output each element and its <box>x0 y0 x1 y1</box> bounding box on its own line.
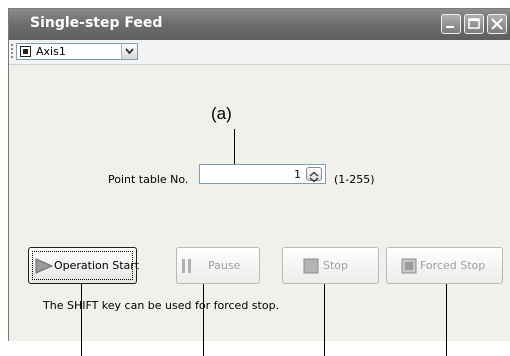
pause-label: Pause <box>208 259 241 272</box>
stop-icon <box>303 258 319 274</box>
forced-stop-icon <box>401 258 417 274</box>
stop-label: Stop <box>323 259 349 272</box>
maximize-button[interactable] <box>464 14 484 34</box>
annotation-leader-line <box>234 129 235 164</box>
stop-button[interactable]: Stop <box>282 247 379 284</box>
forced-stop-label: Forced Stop <box>420 259 486 272</box>
toolbar: Axis1 <box>9 40 510 65</box>
button-leader-line <box>446 284 447 356</box>
annotation-caption: (a) <box>211 104 232 123</box>
axis-select[interactable]: Axis1 <box>16 43 138 60</box>
play-icon <box>35 258 53 274</box>
pause-icon <box>182 259 191 273</box>
maximize-icon <box>468 18 480 29</box>
close-icon <box>491 18 503 30</box>
operation-start-label: Operation Start <box>54 259 140 272</box>
toolbar-grip[interactable] <box>11 44 13 60</box>
point-table-label: Point table No. <box>108 173 189 186</box>
point-table-range: (1-255) <box>334 173 375 186</box>
status-message: The SHIFT key can be used for forced sto… <box>43 299 280 312</box>
close-button[interactable] <box>487 14 507 34</box>
forced-stop-button[interactable]: Forced Stop <box>386 247 503 284</box>
axis-select-value: Axis1 <box>36 45 66 58</box>
button-leader-line <box>81 284 82 356</box>
pause-button[interactable]: Pause <box>176 247 260 284</box>
button-leader-line <box>324 284 325 356</box>
chevron-down-icon[interactable] <box>121 44 137 59</box>
point-table-input[interactable]: 1 <box>199 164 326 184</box>
window-title: Single-step Feed <box>30 15 163 31</box>
point-table-value: 1 <box>294 168 301 181</box>
title-bar[interactable]: Single-step Feed <box>9 9 510 40</box>
operation-start-button[interactable]: Operation Start <box>28 247 140 284</box>
spinner-icon[interactable] <box>306 167 322 183</box>
minimize-icon <box>446 26 454 28</box>
axis-icon <box>20 46 31 57</box>
minimize-button[interactable] <box>441 14 461 34</box>
button-leader-line <box>203 284 204 356</box>
